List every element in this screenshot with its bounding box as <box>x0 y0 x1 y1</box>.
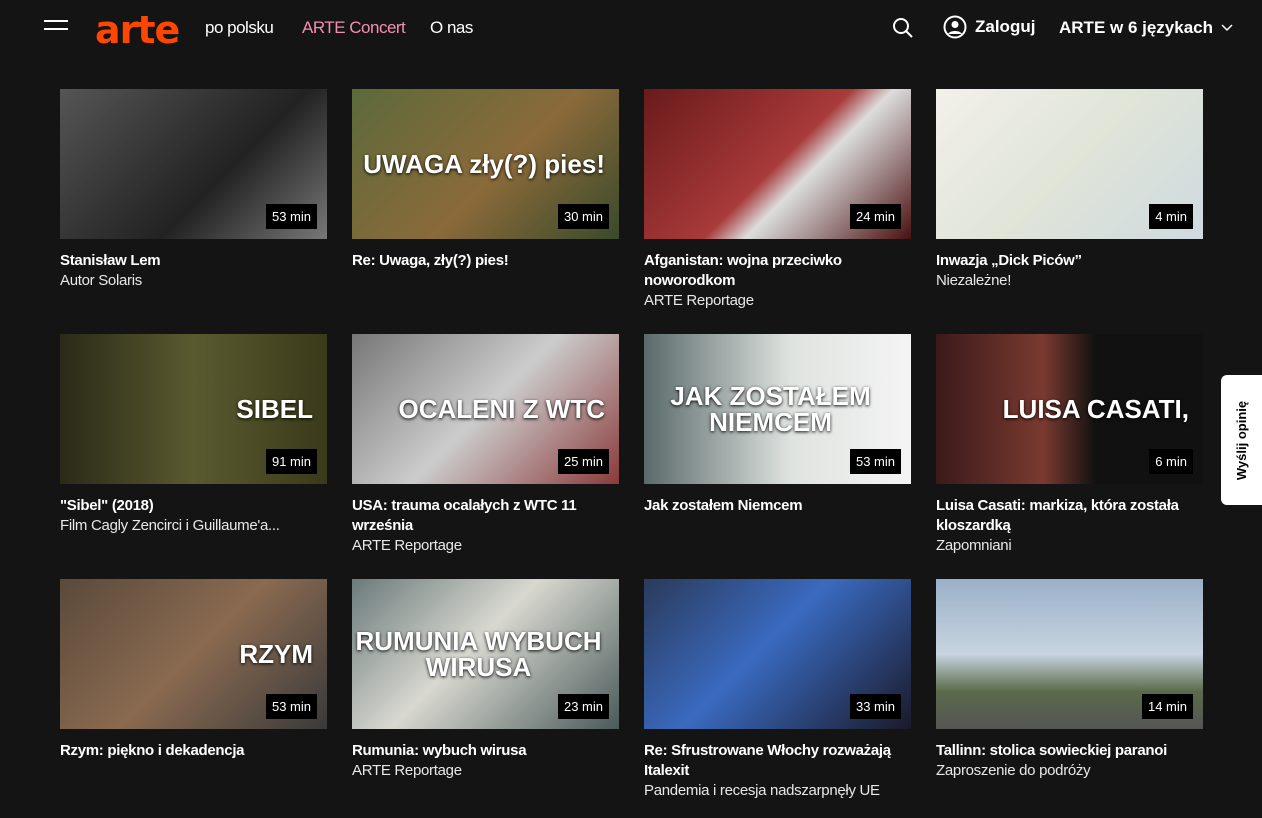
video-thumbnail[interactable]: 53 min <box>60 89 327 239</box>
video-card[interactable]: RUMUNIA WYBUCH WIRUSA 23 min Rumunia: wy… <box>352 579 619 781</box>
thumbnail-title-art: OCALENI Z WTC <box>398 394 605 424</box>
duration-badge: 53 min <box>265 694 317 719</box>
video-card[interactable]: 24 min Afganistan: wojna przeciwko nowor… <box>644 89 911 311</box>
user-icon <box>943 15 967 39</box>
duration-badge: 33 min <box>849 694 901 719</box>
video-title[interactable]: Re: Uwaga, zły(?) pies! <box>352 251 619 271</box>
video-card[interactable]: 53 min Stanisław Lem Autor Solaris <box>60 89 327 291</box>
video-title[interactable]: "Sibel" (2018) <box>60 496 327 516</box>
video-thumbnail[interactable]: 4 min <box>936 89 1203 239</box>
video-title[interactable]: Rumunia: wybuch wirusa <box>352 741 619 761</box>
video-subtitle: ARTE Reportage <box>644 292 754 309</box>
feedback-label: Wyślij opinię <box>1234 400 1249 480</box>
video-title[interactable]: Re: Sfrustrowane Włochy rozważają Italex… <box>644 741 911 781</box>
thumbnail-title-art: JAK ZOSTAŁEM NIEMCEM <box>670 381 871 437</box>
duration-badge: 91 min <box>265 449 317 474</box>
video-subtitle: Zaproszenie do podróży <box>936 762 1091 779</box>
video-subtitle: ARTE Reportage <box>352 537 462 554</box>
nav-arte-concert[interactable]: ARTE Concert <box>302 18 406 38</box>
video-title[interactable]: Luisa Casati: markiza, która została klo… <box>936 496 1203 536</box>
duration-badge: 14 min <box>1141 694 1193 719</box>
video-title[interactable]: USA: trauma ocalałych z WTC 11 września <box>352 496 619 536</box>
chevron-down-icon <box>1221 24 1233 32</box>
video-subtitle: ARTE Reportage <box>352 762 462 779</box>
video-thumbnail[interactable]: 24 min <box>644 89 911 239</box>
menu-icon[interactable] <box>44 20 68 34</box>
video-title[interactable]: Rzym: piękno i dekadencja <box>60 741 327 761</box>
thumbnail-title-art: RUMUNIA WYBUCH WIRUSA <box>355 626 602 682</box>
video-card[interactable]: UWAGA zły(?) pies! 30 min Re: Uwaga, zły… <box>352 89 619 271</box>
language-label: ARTE w 6 językach <box>1059 18 1214 37</box>
video-card[interactable]: OCALENI Z WTC 25 min USA: trauma ocalały… <box>352 334 619 556</box>
video-card[interactable]: JAK ZOSTAŁEM NIEMCEM 53 min Jak zostałem… <box>644 334 911 516</box>
language-selector[interactable]: ARTE w 6 językach <box>1059 18 1233 38</box>
video-thumbnail[interactable]: JAK ZOSTAŁEM NIEMCEM 53 min <box>644 334 911 484</box>
thumbnail-title-art: LUISA CASATI, <box>1002 394 1189 424</box>
duration-badge: 6 min <box>1149 449 1193 474</box>
top-nav: arte po polsku ARTE Concert O nas Zalogu… <box>0 0 1262 56</box>
video-card[interactable]: SIBEL 91 min "Sibel" (2018) Film Cagly Z… <box>60 334 327 536</box>
video-title[interactable]: Tallinn: stolica sowieckiej paranoi <box>936 741 1203 761</box>
nav-po-polsku[interactable]: po polsku <box>205 18 274 38</box>
video-title[interactable]: Jak zostałem Niemcem <box>644 496 911 516</box>
video-subtitle: Zapomniani <box>936 537 1012 554</box>
thumbnail-title-art: SIBEL <box>236 394 313 424</box>
video-thumbnail[interactable]: SIBEL 91 min <box>60 334 327 484</box>
video-card[interactable]: 14 min Tallinn: stolica sowieckiej paran… <box>936 579 1203 781</box>
video-card[interactable]: 33 min Re: Sfrustrowane Włochy rozważają… <box>644 579 911 801</box>
thumbnail-title-art: RZYM <box>239 639 313 669</box>
search-icon[interactable] <box>892 17 914 39</box>
duration-badge: 25 min <box>557 449 609 474</box>
video-card[interactable]: 4 min Inwazja „Dick Piców” Niezależne! <box>936 89 1203 291</box>
arte-logo[interactable]: arte <box>95 8 180 52</box>
video-title[interactable]: Stanisław Lem <box>60 251 327 271</box>
duration-badge: 53 min <box>265 204 317 229</box>
video-thumbnail[interactable]: LUISA CASATI, 6 min <box>936 334 1203 484</box>
nav-o-nas[interactable]: O nas <box>430 18 473 38</box>
video-subtitle: Film Cagly Zencirci i Guillaume'a... <box>60 517 280 534</box>
thumbnail-title-art: UWAGA zły(?) pies! <box>363 149 605 179</box>
video-thumbnail[interactable]: UWAGA zły(?) pies! 30 min <box>352 89 619 239</box>
video-thumbnail[interactable]: OCALENI Z WTC 25 min <box>352 334 619 484</box>
duration-badge: 30 min <box>557 204 609 229</box>
video-title[interactable]: Afganistan: wojna przeciwko noworodkom <box>644 251 911 291</box>
duration-badge: 23 min <box>557 694 609 719</box>
duration-badge: 4 min <box>1149 204 1193 229</box>
video-thumbnail[interactable]: 14 min <box>936 579 1203 729</box>
login-label: Zaloguj <box>975 17 1036 36</box>
video-card[interactable]: LUISA CASATI, 6 min Luisa Casati: markiz… <box>936 334 1203 556</box>
feedback-button[interactable]: Wyślij opinię <box>1221 375 1262 505</box>
video-thumbnail[interactable]: RUMUNIA WYBUCH WIRUSA 23 min <box>352 579 619 729</box>
video-card[interactable]: RZYM 53 min Rzym: piękno i dekadencja <box>60 579 327 761</box>
login-button[interactable]: Zaloguj <box>943 15 1035 39</box>
duration-badge: 24 min <box>849 204 901 229</box>
video-subtitle: Autor Solaris <box>60 272 142 289</box>
video-subtitle: Niezależne! <box>936 272 1012 289</box>
video-title[interactable]: Inwazja „Dick Piców” <box>936 251 1203 271</box>
video-thumbnail[interactable]: 33 min <box>644 579 911 729</box>
duration-badge: 53 min <box>849 449 901 474</box>
video-subtitle: Pandemia i recesja nadszarpnęły UE <box>644 782 880 799</box>
video-thumbnail[interactable]: RZYM 53 min <box>60 579 327 729</box>
